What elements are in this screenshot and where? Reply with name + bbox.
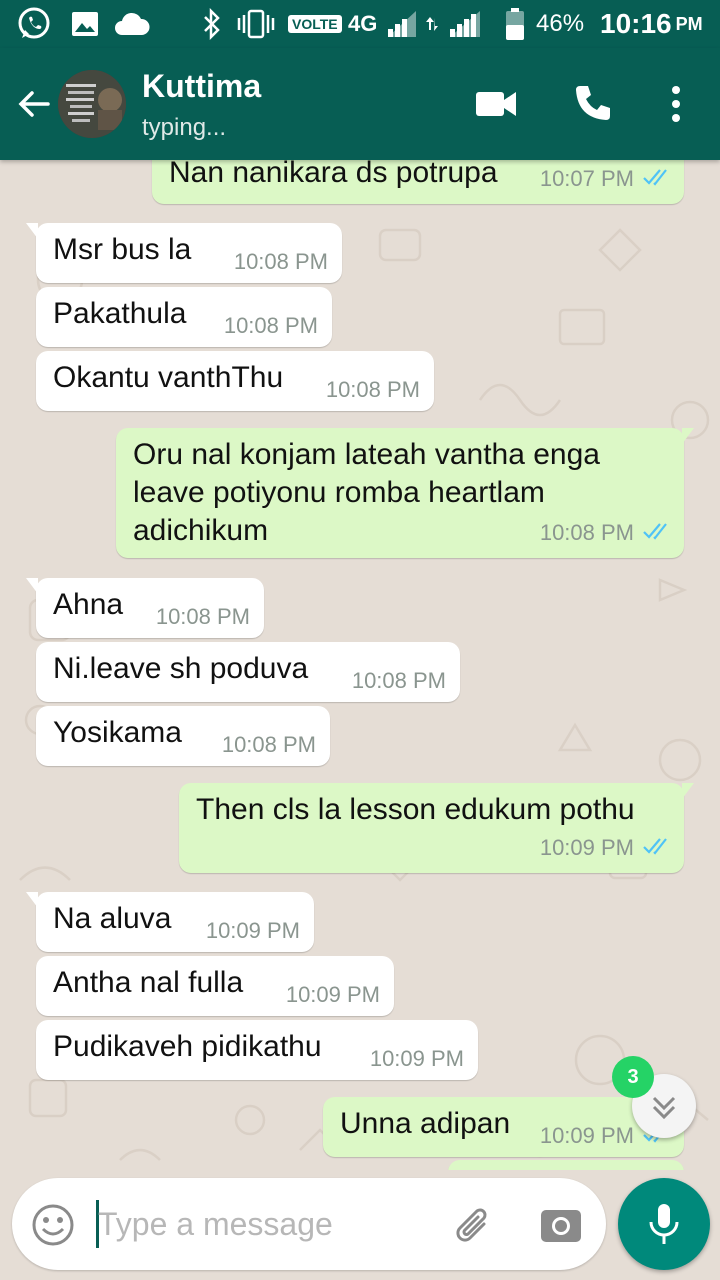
message-time: 10:09 PM — [205, 918, 300, 943]
message-bubble-outgoing[interactable]: Then cls la lesson edukum pothu 10:09 PM — [179, 783, 694, 873]
message-time: 10:07 PM — [539, 166, 634, 191]
message-bubble-incoming[interactable]: Pakathula 10:08 PM — [36, 287, 332, 347]
message-text-line: adichikum — [133, 514, 269, 547]
message-bubble-incoming[interactable]: Yosikama 10:08 PM — [36, 706, 330, 766]
unread-count-badge: 3 — [612, 1056, 654, 1098]
message-bubble-incoming[interactable]: Na aluva 10:09 PM — [26, 892, 314, 952]
message-text: Unna adipan — [340, 1107, 511, 1140]
gallery-icon — [70, 0, 100, 48]
message-bubble-outgoing[interactable]: Nan nanikara ds potrupa 10:07 PM — [152, 160, 684, 204]
network-type: 4G — [348, 11, 378, 36]
voice-call-icon[interactable] — [568, 80, 616, 128]
message-text: Nan nanikara ds potrupa — [169, 160, 498, 189]
clock-ampm: PM — [675, 13, 703, 34]
message-composer — [12, 1178, 606, 1270]
message-input[interactable] — [98, 1196, 438, 1252]
avatar[interactable] — [58, 70, 126, 138]
message-text: Ni.leave sh poduva — [53, 652, 309, 685]
message-bubble-incoming[interactable]: Okantu vanthThu 10:08 PM — [36, 351, 434, 411]
read-ticks-icon — [642, 835, 672, 861]
contact-name[interactable]: Kuttima — [142, 68, 261, 105]
message-time: 10:08 PM — [539, 520, 634, 545]
status-bar: VOLTE 4G 46% 10:16 PM — [0, 0, 720, 48]
back-arrow-icon[interactable] — [14, 84, 54, 124]
volte-badge: VOLTE — [288, 15, 342, 33]
message-text: Okantu vanthThu — [53, 361, 284, 394]
microphone-icon — [649, 1204, 679, 1244]
message-bubble-outgoing-partial[interactable] — [448, 1160, 684, 1170]
battery-percent: 46% — [536, 10, 585, 37]
read-ticks-icon — [642, 520, 672, 546]
message-bubble-incoming[interactable]: Antha nal fulla 10:09 PM — [36, 956, 394, 1016]
whatsapp-icon — [16, 0, 52, 48]
message-text: Na aluva — [53, 902, 172, 935]
cloud-icon — [114, 0, 150, 48]
emoji-icon[interactable] — [30, 1202, 76, 1248]
message-time: 10:09 PM — [285, 982, 380, 1007]
signal-icon — [386, 0, 486, 48]
message-text: Ahna — [53, 588, 124, 621]
attach-icon[interactable] — [450, 1200, 498, 1248]
message-bubble-outgoing[interactable]: Oru nal konjam lateah vantha enga leave … — [116, 428, 694, 558]
message-text-line: Oru nal konjam lateah vantha enga — [133, 438, 600, 471]
message-time: 10:08 PM — [351, 668, 446, 693]
chat-header: Kuttima typing... — [0, 48, 720, 160]
typing-status: typing... — [142, 114, 227, 141]
message-text: Msr bus la — [53, 233, 192, 266]
message-bubble-outgoing[interactable]: Unna adipan 10:09 PM — [323, 1097, 694, 1157]
message-time: 10:09 PM — [539, 1123, 634, 1148]
battery-icon — [504, 0, 526, 48]
message-time: 10:09 PM — [539, 835, 634, 860]
message-text: Antha nal fulla — [53, 966, 244, 999]
message-text-line: leave potiyonu romba heartlam — [133, 476, 545, 509]
video-call-icon[interactable] — [472, 80, 520, 128]
message-text: Then cls la lesson edukum pothu — [196, 793, 635, 826]
message-text: Yosikama — [53, 716, 182, 749]
message-time: 10:08 PM — [233, 249, 328, 274]
clock: 10:16 — [600, 8, 672, 39]
message-time: 10:08 PM — [221, 732, 316, 757]
more-options-icon[interactable] — [652, 80, 700, 128]
voice-message-button[interactable] — [618, 1178, 710, 1270]
message-list[interactable]: Nan nanikara ds potrupa 10:07 PM Msr bus… — [0, 160, 720, 1170]
message-text: Pakathula — [53, 297, 187, 330]
message-bubble-incoming[interactable]: Ni.leave sh poduva 10:08 PM — [36, 642, 460, 702]
read-ticks-icon — [642, 166, 672, 192]
message-text: Pudikaveh pidikathu — [53, 1030, 322, 1063]
message-bubble-incoming[interactable]: Ahna 10:08 PM — [26, 578, 264, 638]
message-time: 10:09 PM — [369, 1046, 464, 1071]
message-bubble-incoming[interactable]: Pudikaveh pidikathu 10:09 PM — [36, 1020, 478, 1080]
message-time: 10:08 PM — [325, 377, 420, 402]
vibrate-icon — [236, 0, 276, 48]
message-time: 10:08 PM — [155, 604, 250, 629]
message-bubble-incoming[interactable]: Msr bus la 10:08 PM — [26, 223, 342, 283]
camera-icon[interactable] — [538, 1202, 584, 1248]
message-time: 10:08 PM — [223, 313, 318, 338]
bluetooth-icon — [200, 0, 224, 48]
